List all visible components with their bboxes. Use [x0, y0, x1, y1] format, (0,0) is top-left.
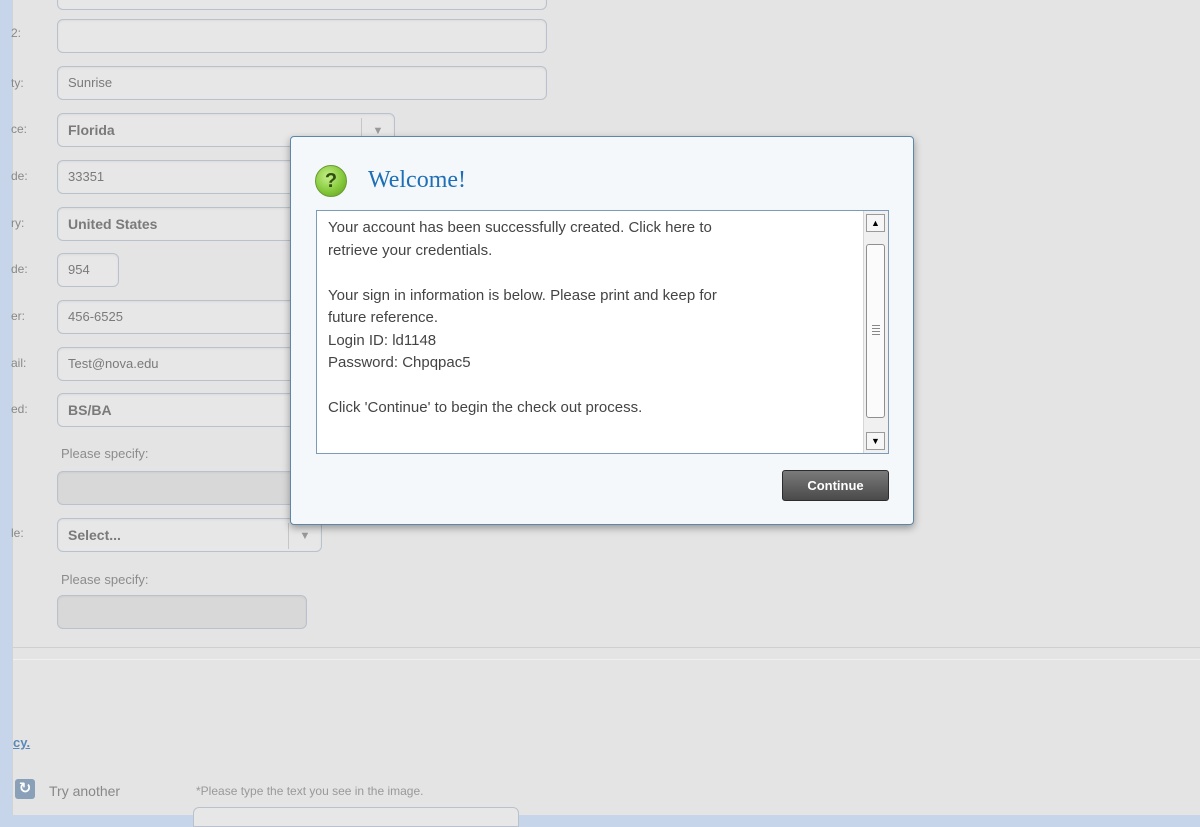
please-specify-label: Please specify:: [61, 446, 149, 461]
continue-button[interactable]: Continue: [782, 470, 889, 501]
scroll-down-button[interactable]: ▼: [866, 432, 885, 450]
captcha-input[interactable]: [193, 807, 519, 827]
message-line: Click 'Continue' to begin the check out …: [328, 399, 643, 416]
question-icon: ?: [315, 165, 347, 197]
privacy-policy-link[interactable]: cy.: [13, 735, 30, 750]
area-code-field[interactable]: 954: [57, 253, 119, 287]
specify-degree-field[interactable]: [57, 471, 317, 505]
scrollbar[interactable]: ▲ ▼: [863, 211, 888, 453]
message-line: future reference.: [328, 309, 439, 326]
scroll-thumb[interactable]: [866, 244, 885, 418]
chevron-down-icon: ▼: [288, 523, 321, 549]
degree-value: BS/BA: [68, 402, 112, 418]
address-line-1-field[interactable]: [57, 0, 547, 10]
section-divider: [13, 647, 1200, 648]
city-label: ty:: [11, 76, 24, 90]
state-value: Florida: [68, 122, 115, 138]
degree-label: ed:: [11, 402, 28, 416]
please-specify-label-2: Please specify:: [61, 572, 149, 587]
zip-field[interactable]: 33351: [57, 160, 317, 194]
address-line-2-label: 2:: [11, 26, 22, 40]
address-line-2-field[interactable]: [57, 19, 547, 53]
country-label: ry:: [11, 216, 25, 230]
degree-select[interactable]: BS/BA: [57, 393, 317, 427]
role-label: le:: [11, 526, 24, 540]
phone-label: er:: [11, 309, 26, 323]
grip-icon: [872, 325, 880, 335]
welcome-dialog: ? Welcome! Your account has been success…: [290, 136, 914, 525]
message-line: Your sign in information is below. Pleas…: [328, 286, 717, 304]
dialog-title: Welcome!: [368, 167, 467, 193]
zip-label: de:: [11, 169, 28, 183]
phone-field[interactable]: 456-6525: [57, 300, 317, 334]
scroll-up-button[interactable]: ▲: [866, 214, 885, 232]
password-line: Password: Chpqpac5: [328, 354, 471, 371]
message-box[interactable]: Your account has been successfully creat…: [316, 210, 889, 454]
role-value: Select...: [68, 527, 121, 543]
country-select[interactable]: United States: [57, 207, 317, 241]
city-field[interactable]: Sunrise: [57, 66, 547, 100]
email-field[interactable]: Test@nova.edu: [57, 347, 317, 381]
specify-role-field[interactable]: [57, 595, 307, 629]
message-text: Your account has been successfully creat…: [328, 217, 838, 420]
message-line[interactable]: Your account has been successfully creat…: [328, 217, 838, 240]
email-label: ail:: [11, 356, 27, 370]
login-id-line: Login ID: ld1148: [328, 331, 437, 349]
try-another-link[interactable]: Try another: [49, 783, 120, 799]
country-value: United States: [68, 216, 158, 232]
section-divider-highlight: [13, 659, 1200, 660]
refresh-icon[interactable]: ↻: [15, 779, 35, 799]
state-label: ce:: [11, 122, 28, 136]
area-code-label: de:: [11, 262, 28, 276]
role-select[interactable]: Select... ▼: [57, 518, 322, 552]
captcha-hint: *Please type the text you see in the ima…: [196, 784, 424, 798]
message-line: retrieve your credentials.: [328, 241, 493, 259]
